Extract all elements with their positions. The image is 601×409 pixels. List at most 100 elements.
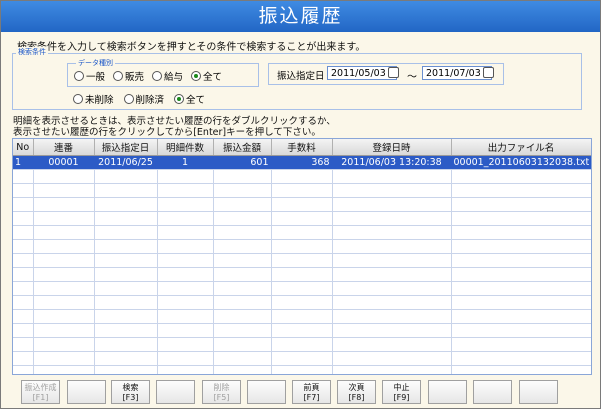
col-header-detail-count[interactable]: 明細件数 — [157, 139, 214, 156]
not-deleted-radio[interactable]: 未削除 — [73, 92, 114, 106]
next-page-button[interactable]: 次頁 [F8] — [337, 380, 376, 404]
cell-serial: 00001 — [33, 155, 95, 170]
empty-cell — [271, 365, 333, 374]
empty-cell — [94, 323, 158, 338]
empty-cell — [157, 169, 214, 184]
empty-cell — [33, 309, 95, 324]
empty-cell — [157, 309, 214, 324]
history-table[interactable]: No 連番 振込指定日 明細件数 振込金額 手数料 登録日時 出力ファイル名 1… — [12, 138, 592, 375]
col-header-output-file[interactable]: 出力ファイル名 — [451, 139, 591, 156]
f11-button[interactable] — [473, 380, 512, 404]
data-type-salary-radio[interactable]: 給与 — [152, 69, 183, 83]
date-from-field[interactable]: 2011/05/03 — [327, 66, 397, 80]
empty-cell — [213, 211, 272, 226]
empty-cell — [213, 351, 272, 366]
col-header-transfer-date[interactable]: 振込指定日 — [94, 139, 158, 156]
col-header-amount[interactable]: 振込金額 — [213, 139, 272, 156]
empty-cell — [213, 169, 272, 184]
empty-table-row[interactable] — [13, 253, 591, 268]
cell-fee: 368 — [271, 155, 333, 170]
f10-button[interactable] — [428, 380, 467, 404]
delete-status-options: 未削除 削除済 全て — [73, 92, 205, 106]
col-header-serial[interactable]: 連番 — [33, 139, 95, 156]
data-type-general-radio[interactable]: 一般 — [74, 69, 105, 83]
empty-cell — [94, 169, 158, 184]
cell-amount: 601 — [213, 155, 272, 170]
empty-cell — [13, 281, 34, 296]
empty-cell — [451, 281, 591, 296]
empty-table-row[interactable] — [13, 323, 591, 338]
empty-cell — [94, 365, 158, 374]
col-header-registered-at[interactable]: 登録日時 — [332, 139, 452, 156]
empty-cell — [271, 225, 333, 240]
empty-cell — [332, 197, 452, 212]
empty-cell — [94, 295, 158, 310]
delete-button[interactable]: 削除 [F5] — [202, 380, 241, 404]
search-conditions-group: 検索条件 データ種別 一般 販売 給与 全て 未削除 削除済 全て 振込指定日 … — [12, 47, 582, 110]
empty-cell — [332, 169, 452, 184]
empty-table-row[interactable] — [13, 197, 591, 212]
empty-cell — [13, 183, 34, 198]
empty-cell — [13, 197, 34, 212]
empty-cell — [451, 183, 591, 198]
search-button[interactable]: 検索 [F3] — [111, 380, 150, 404]
empty-table-row[interactable] — [13, 337, 591, 352]
empty-cell — [451, 295, 591, 310]
empty-cell — [94, 253, 158, 268]
empty-table-row[interactable] — [13, 267, 591, 282]
data-type-options: 一般 販売 給与 全て — [74, 69, 222, 83]
cancel-button[interactable]: 中止 [F9] — [382, 380, 421, 404]
empty-cell — [332, 351, 452, 366]
empty-cell — [157, 295, 214, 310]
f2-button[interactable] — [67, 380, 106, 404]
empty-cell — [13, 169, 34, 184]
empty-table-row[interactable] — [13, 211, 591, 226]
empty-cell — [271, 183, 333, 198]
data-type-all-radio[interactable]: 全て — [191, 69, 222, 83]
transfer-date-label: 振込指定日 — [277, 71, 325, 82]
col-header-fee[interactable]: 手数料 — [271, 139, 333, 156]
search-conditions-legend: 検索条件 — [16, 47, 48, 57]
empty-cell — [451, 239, 591, 254]
deleted-radio[interactable]: 削除済 — [123, 92, 164, 106]
cell-detail-count: 1 — [157, 155, 214, 170]
empty-cell — [33, 323, 95, 338]
empty-table-row[interactable] — [13, 225, 591, 240]
empty-table-row[interactable] — [13, 169, 591, 184]
empty-cell — [271, 281, 333, 296]
empty-cell — [213, 337, 272, 352]
calendar-dropdown-icon[interactable] — [483, 67, 494, 78]
create-transfer-button[interactable]: 振込作成 [F1] — [21, 380, 60, 404]
empty-table-row[interactable] — [13, 309, 591, 324]
f4-button[interactable] — [156, 380, 195, 404]
col-header-no[interactable]: No — [13, 139, 34, 156]
empty-table-row[interactable] — [13, 295, 591, 310]
empty-cell — [271, 323, 333, 338]
empty-table-row[interactable] — [13, 365, 591, 374]
table-row[interactable]: 1 00001 2011/06/25 1 601 368 2011/06/03 … — [13, 155, 591, 170]
empty-table-row[interactable] — [13, 281, 591, 296]
radio-circle-icon — [113, 71, 124, 81]
empty-cell — [157, 225, 214, 240]
empty-table-row[interactable] — [13, 183, 591, 198]
cell-registered-at: 2011/06/03 13:20:38 — [332, 155, 452, 170]
calendar-dropdown-icon[interactable] — [388, 67, 399, 78]
empty-cell — [332, 225, 452, 240]
empty-cell — [94, 211, 158, 226]
empty-cell — [33, 183, 95, 198]
f6-button[interactable] — [247, 380, 286, 404]
radio-circle-icon — [74, 71, 84, 81]
empty-cell — [94, 225, 158, 240]
previous-page-button[interactable]: 前頁 [F7] — [292, 380, 331, 404]
empty-table-row[interactable] — [13, 239, 591, 254]
empty-cell — [332, 267, 452, 282]
data-type-sales-radio[interactable]: 販売 — [113, 69, 144, 83]
empty-cell — [271, 253, 333, 268]
delete-status-all-radio[interactable]: 全て — [174, 92, 205, 106]
date-to-field[interactable]: 2011/07/03 — [422, 66, 492, 80]
cell-no: 1 — [13, 155, 34, 170]
empty-cell — [94, 239, 158, 254]
empty-table-row[interactable] — [13, 351, 591, 366]
f12-button[interactable] — [519, 380, 558, 404]
empty-cell — [33, 239, 95, 254]
